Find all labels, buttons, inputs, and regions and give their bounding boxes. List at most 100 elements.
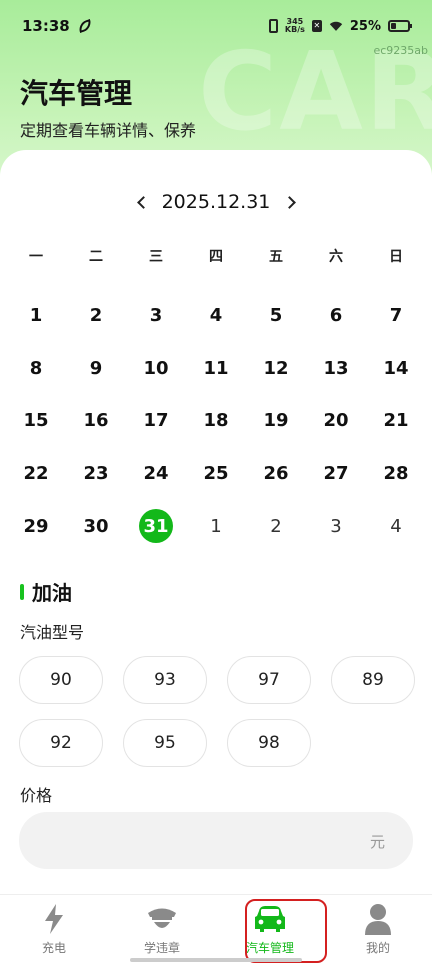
- calendar-day[interactable]: 9: [66, 342, 126, 395]
- calendar-day-number: 20: [323, 410, 349, 432]
- calendar-day[interactable]: 20: [306, 395, 366, 448]
- weekday-label: 一: [29, 249, 43, 265]
- calendar-day[interactable]: 4: [186, 289, 246, 342]
- leaf-icon: [76, 18, 94, 34]
- calendar-day[interactable]: 28: [366, 447, 426, 500]
- calendar-day-number: 1: [29, 304, 43, 326]
- calendar-day-number: 8: [29, 357, 43, 379]
- calendar-day-number: 31: [139, 509, 173, 544]
- calendar-day[interactable]: 13: [306, 342, 366, 395]
- fuel-section-title: 加油: [20, 577, 72, 606]
- calendar-day[interactable]: 11: [186, 342, 246, 395]
- chevron-left-icon: [136, 195, 150, 209]
- calendar-day-number: 15: [23, 410, 49, 432]
- fuel-type-option[interactable]: 98: [227, 719, 311, 767]
- calendar-day[interactable]: 1: [186, 500, 246, 553]
- tab-charging[interactable]: 充电: [0, 895, 108, 964]
- calendar-day[interactable]: 6: [306, 289, 366, 342]
- tab-violations[interactable]: 学违章: [108, 895, 216, 964]
- calendar-day[interactable]: 2: [246, 500, 306, 553]
- calendar-day-number: 16: [83, 410, 109, 432]
- tab-profile[interactable]: 我的: [324, 895, 432, 964]
- calendar-day[interactable]: 16: [66, 395, 126, 448]
- calendar-day[interactable]: 30: [66, 500, 126, 553]
- calendar-day[interactable]: 3: [126, 289, 186, 342]
- calendar-day[interactable]: 1: [6, 289, 66, 342]
- calendar-day-number: 17: [143, 410, 169, 432]
- price-unit: 元: [369, 833, 385, 851]
- fuel-type-option[interactable]: 92: [19, 719, 103, 767]
- calendar-day[interactable]: 21: [366, 395, 426, 448]
- page-subtitle: 定期查看车辆详情、保养: [20, 121, 197, 140]
- tab-label: 汽车管理: [245, 941, 294, 955]
- calendar-day[interactable]: 23: [66, 447, 126, 500]
- calendar-day-number: 27: [323, 463, 349, 485]
- weekday-label: 三: [149, 249, 163, 265]
- calendar-day-number: 22: [23, 463, 49, 485]
- calendar-day[interactable]: 27: [306, 447, 366, 500]
- fuel-type-option[interactable]: 93: [123, 656, 207, 704]
- calendar-day[interactable]: 19: [246, 395, 306, 448]
- calendar-day-number: 5: [269, 304, 283, 326]
- calendar-day[interactable]: 18: [186, 395, 246, 448]
- calendar-month-label: 2025.12.31: [161, 191, 271, 213]
- calendar-day[interactable]: 24: [126, 447, 186, 500]
- net-speed: 345 KB/s: [285, 18, 305, 34]
- price-input[interactable]: 元: [19, 812, 413, 869]
- calendar-day-number: 2: [89, 304, 103, 326]
- calendar-day[interactable]: 25: [186, 447, 246, 500]
- calendar-day-number: 23: [83, 463, 109, 485]
- next-month-button[interactable]: [271, 195, 311, 209]
- calendar-day-number: 19: [263, 410, 289, 432]
- calendar-day[interactable]: 14: [366, 342, 426, 395]
- status-icons: 345 KB/s ✕ 25%: [268, 18, 412, 34]
- calendar-day[interactable]: 5: [246, 289, 306, 342]
- lightning-icon: [45, 904, 63, 934]
- calendar-day[interactable]: 2: [66, 289, 126, 342]
- calendar-day-number: 6: [329, 304, 343, 326]
- page-title: 汽车管理: [20, 77, 133, 110]
- calendar-day[interactable]: 22: [6, 447, 66, 500]
- bottom-tab-bar: 充电 学违章 汽车管理 我的: [0, 894, 432, 964]
- calendar-day-number: 18: [203, 410, 229, 432]
- calendar-day[interactable]: 4: [366, 500, 426, 553]
- tab-car-management[interactable]: 汽车管理: [216, 895, 327, 964]
- calendar-day[interactable]: 10: [126, 342, 186, 395]
- net-speed-unit: KB/s: [284, 25, 305, 34]
- calendar-day-selected[interactable]: 31: [126, 500, 186, 553]
- calendar-day-number: 30: [83, 515, 109, 537]
- calendar-grid: 1 2 3 4 5 6 7 8 9 10 11 12 13 14 15 16 17 18 19 20 21 22 23 24 2…: [6, 289, 426, 553]
- calendar-day[interactable]: 15: [6, 395, 66, 448]
- calendar-day-number: 28: [383, 463, 409, 485]
- battery-icon: [388, 20, 412, 32]
- calendar-day[interactable]: 12: [246, 342, 306, 395]
- calendar-day[interactable]: 29: [6, 500, 66, 553]
- price-label: 价格: [20, 786, 53, 805]
- chevron-right-icon: [282, 195, 296, 209]
- nfc-icon: ✕: [311, 20, 322, 32]
- calendar-day-number: 12: [263, 357, 289, 379]
- calendar-day-number: 13: [323, 357, 349, 379]
- vibrate-icon: [268, 19, 278, 33]
- calendar-day[interactable]: 17: [126, 395, 186, 448]
- calendar-day[interactable]: 7: [366, 289, 426, 342]
- calendar-day-number: 14: [383, 357, 409, 379]
- fuel-type-option[interactable]: 90: [19, 656, 103, 704]
- car-icon: [255, 906, 285, 932]
- wifi-icon: [329, 21, 342, 31]
- calendar-day[interactable]: 3: [306, 500, 366, 553]
- person-icon: [365, 904, 391, 935]
- fuel-type-option[interactable]: 89: [331, 656, 415, 704]
- calendar-day[interactable]: 26: [246, 447, 306, 500]
- calendar-day-number: 11: [203, 357, 229, 379]
- calendar-day-number: 3: [330, 515, 342, 537]
- fuel-type-option[interactable]: 97: [227, 656, 311, 704]
- tab-label: 充电: [41, 941, 66, 955]
- content-card: 2025.12.31 一 二 三 四 五 六 日 1 2 3 4 5 6 7 8 9 10 11 12…: [0, 150, 432, 895]
- fuel-type-option[interactable]: 95: [123, 719, 207, 767]
- battery-percent: 25%: [349, 18, 381, 34]
- weekday-label: 五: [269, 249, 283, 265]
- calendar-day[interactable]: 8: [6, 342, 66, 395]
- prev-month-button[interactable]: [121, 195, 161, 209]
- weekday-label: 六: [329, 249, 343, 265]
